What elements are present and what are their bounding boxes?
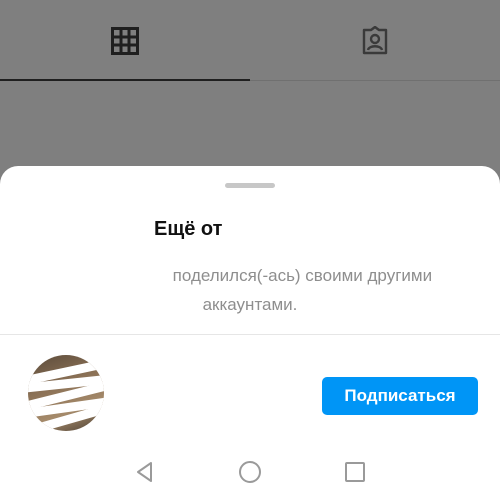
more-accounts-sheet: Ещё от поделился(-ась) своими другими ак… bbox=[0, 166, 500, 496]
tab-tagged[interactable] bbox=[250, 0, 500, 82]
grid-icon bbox=[111, 27, 139, 55]
redacted-username bbox=[225, 218, 346, 238]
sheet-title: Ещё от bbox=[0, 218, 500, 241]
profile-tab-bar bbox=[0, 0, 500, 82]
drag-handle[interactable] bbox=[225, 183, 275, 188]
sheet-description: поделился(-ась) своими другими аккаунтам… bbox=[40, 261, 460, 319]
account-row[interactable]: Подписаться bbox=[0, 335, 500, 431]
account-username[interactable] bbox=[126, 378, 236, 408]
sheet-title-text: Ещё от bbox=[154, 218, 223, 240]
follow-button[interactable]: Подписаться bbox=[322, 377, 478, 415]
description-line2: аккаунтами. bbox=[202, 295, 298, 314]
tab-divider bbox=[250, 80, 500, 81]
recents-square-icon[interactable] bbox=[343, 460, 367, 484]
redacted-username bbox=[67, 267, 168, 283]
system-navigation-bar bbox=[0, 454, 500, 484]
back-triangle-icon[interactable] bbox=[133, 460, 157, 484]
description-line1: поделился(-ась) своими другими bbox=[172, 266, 433, 285]
avatar[interactable] bbox=[28, 355, 104, 431]
home-circle-icon[interactable] bbox=[238, 460, 262, 484]
tagged-person-icon bbox=[362, 26, 388, 55]
tab-posts-grid[interactable] bbox=[0, 0, 250, 82]
